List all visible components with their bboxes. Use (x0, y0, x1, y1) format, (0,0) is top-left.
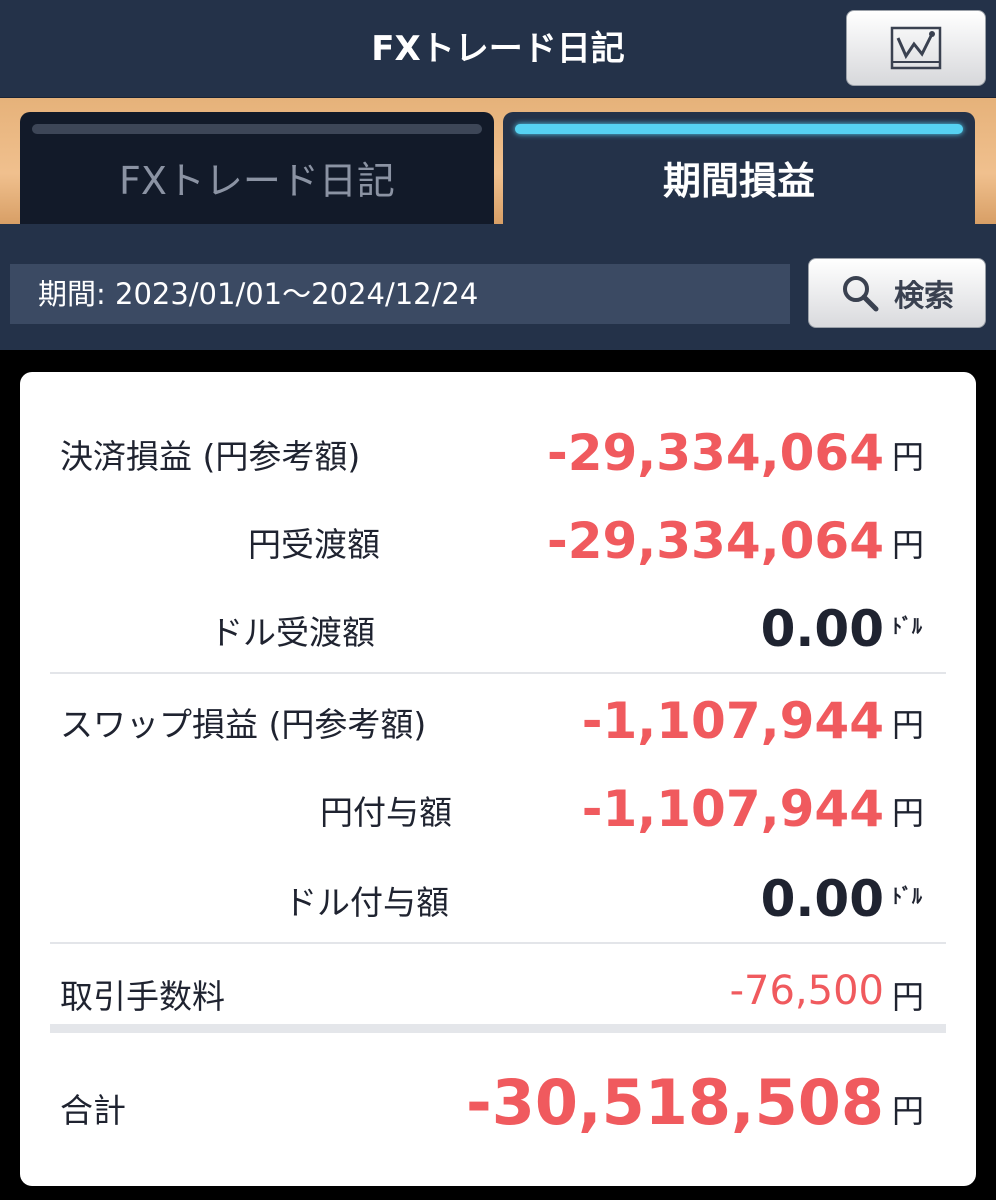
yen-transfer-unit: 円 (892, 526, 925, 564)
dollar-granted-row: ドル付与額 0.00 ﾄﾞﾙ (20, 870, 976, 928)
dollar-transfer-row: ドル受渡額 0.00 ﾄﾞﾙ (20, 600, 976, 658)
divider (50, 942, 946, 944)
period-field[interactable]: 期間: 2023/01/01～2024/12/24 (10, 264, 790, 324)
search-icon (843, 276, 879, 312)
tab-fx-diary[interactable]: FXトレード日記 (20, 112, 494, 224)
swap-label: スワップ損益 (円参考額) (60, 705, 427, 744)
tab-period-pnl[interactable]: 期間損益 (503, 112, 975, 224)
dollar-transfer-value: 0.00 (760, 600, 884, 658)
search-button-label: 検索 (894, 279, 954, 314)
total-value: -30,518,508 (466, 1066, 884, 1139)
swap-value: -1,107,944 (581, 692, 884, 750)
divider (50, 672, 946, 674)
settlement-row: 決済損益 (円参考額) -29,334,064 円 (20, 424, 976, 482)
swap-row: スワップ損益 (円参考額) -1,107,944 円 (20, 692, 976, 750)
tab-label: FXトレード日記 (119, 158, 395, 203)
swap-unit: 円 (892, 706, 925, 744)
commission-label: 取引手数料 (60, 977, 225, 1016)
dollar-granted-value: 0.00 (760, 870, 884, 928)
yen-transfer-row: 円受渡額 -29,334,064 円 (20, 512, 976, 570)
dollar-transfer-unit: ﾄﾞﾙ (892, 614, 922, 638)
search-area: 期間: 2023/01/01～2024/12/24 検索 (0, 224, 996, 350)
settlement-unit: 円 (892, 438, 925, 476)
dollar-granted-unit: ﾄﾞﾙ (892, 884, 922, 908)
yen-granted-label: 円付与額 (320, 793, 452, 832)
app-header: FXトレード日記 (0, 0, 996, 98)
settlement-value: -29,334,064 (546, 424, 884, 482)
commission-unit: 円 (892, 978, 925, 1016)
tab-label: 期間損益 (662, 158, 815, 203)
total-row: 合計 -30,518,508 円 (20, 1066, 976, 1139)
tab-indicator (32, 124, 482, 134)
yen-granted-value: -1,107,944 (581, 780, 884, 838)
chart-icon (890, 26, 942, 70)
settlement-label: 決済損益 (円参考額) (60, 437, 361, 476)
commission-row: 取引手数料 -76,500 円 (20, 966, 976, 1018)
chart-button[interactable] (846, 10, 986, 86)
yen-granted-row: 円付与額 -1,107,944 円 (20, 780, 976, 838)
total-label: 合計 (60, 1091, 126, 1130)
yen-granted-unit: 円 (892, 794, 925, 832)
total-unit: 円 (892, 1092, 925, 1130)
dollar-transfer-label: ドル受渡額 (210, 613, 375, 652)
yen-transfer-value: -29,334,064 (546, 512, 884, 570)
summary-card: 決済損益 (円参考額) -29,334,064 円 円受渡額 -29,334,0… (20, 372, 976, 1186)
search-button[interactable]: 検索 (808, 258, 986, 328)
tab-strip: FXトレード日記 期間損益 (0, 98, 996, 224)
total-divider (50, 1024, 946, 1033)
yen-transfer-label: 円受渡額 (248, 525, 380, 564)
dollar-granted-label: ドル付与額 (284, 883, 449, 922)
commission-value: -76,500 (729, 968, 884, 1014)
tab-indicator-active (515, 124, 963, 134)
